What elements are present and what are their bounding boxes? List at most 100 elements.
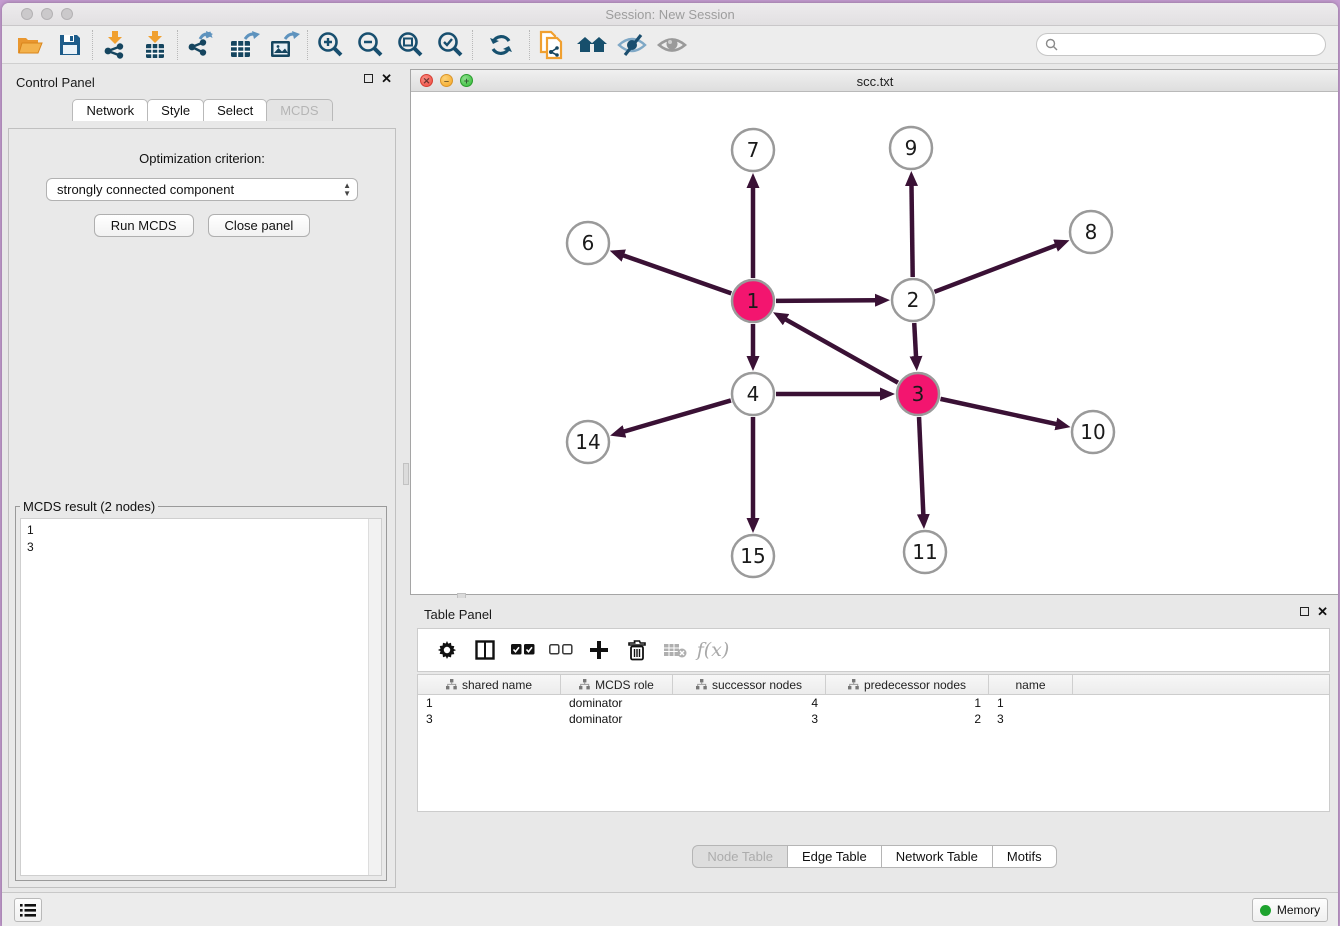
node-table: shared name MCDS role successor nodes pr… xyxy=(417,674,1330,812)
edge-2-3[interactable] xyxy=(914,323,916,357)
float-table-panel-icon[interactable] xyxy=(1300,607,1309,616)
toolbar-separator xyxy=(92,30,93,60)
column-label: MCDS role xyxy=(595,678,654,692)
function-builder-button[interactable]: f(x) xyxy=(696,633,730,667)
refresh-button[interactable] xyxy=(481,29,521,61)
close-panel-button[interactable]: Close panel xyxy=(208,214,311,237)
column-header-mcds-role[interactable]: MCDS role xyxy=(561,675,673,694)
cell-predecessor-nodes[interactable]: 2 xyxy=(826,711,989,727)
node-label-10: 10 xyxy=(1080,420,1105,444)
search-field[interactable] xyxy=(1036,33,1326,56)
zoom-in-icon xyxy=(316,31,344,59)
tab-edge-table[interactable]: Edge Table xyxy=(787,845,882,868)
toolbar-separator xyxy=(529,30,530,60)
export-image-button[interactable] xyxy=(265,29,305,61)
first-neighbors-button[interactable] xyxy=(532,29,572,61)
export-image-icon xyxy=(270,31,300,59)
table-row[interactable]: 1 dominator 4 1 1 xyxy=(418,695,1329,711)
optimization-criterion-select[interactable]: strongly connected component ▲▼ xyxy=(46,178,358,201)
show-column-panel-button[interactable] xyxy=(468,633,502,667)
column-label: shared name xyxy=(462,678,532,692)
cell-shared-name[interactable]: 3 xyxy=(418,711,561,727)
edge-1-2[interactable] xyxy=(776,300,876,301)
vertical-splitter[interactable] xyxy=(402,65,410,892)
table-tabs: Node Table Edge Table Network Table Moti… xyxy=(410,845,1338,868)
tab-node-table[interactable]: Node Table xyxy=(692,845,788,868)
cell-name[interactable]: 1 xyxy=(989,695,1073,711)
zoom-out-button[interactable] xyxy=(350,29,390,61)
edge-2-8[interactable] xyxy=(934,245,1056,292)
export-table-button[interactable] xyxy=(225,29,265,61)
tab-mcds[interactable]: MCDS xyxy=(266,99,332,121)
node-label-6: 6 xyxy=(582,231,595,255)
cell-shared-name[interactable]: 1 xyxy=(418,695,561,711)
column-header-shared-name[interactable]: shared name xyxy=(418,675,561,694)
edge-1-6[interactable] xyxy=(623,255,731,293)
cell-mcds-role[interactable]: dominator xyxy=(561,695,673,711)
gear-icon xyxy=(437,640,457,660)
tab-style[interactable]: Style xyxy=(147,99,204,121)
table-settings-button[interactable] xyxy=(430,633,464,667)
node-label-3: 3 xyxy=(912,382,925,406)
zoom-fit-icon xyxy=(396,31,424,59)
column-header-name[interactable]: name xyxy=(989,675,1073,694)
import-network-button[interactable] xyxy=(95,29,135,61)
network-graph[interactable]: 7968124314101511 xyxy=(411,92,1338,595)
import-table-button[interactable] xyxy=(135,29,175,61)
table-row[interactable]: 3 dominator 3 2 3 xyxy=(418,711,1329,727)
network-window-titlebar[interactable]: ✕ – + scc.txt xyxy=(411,70,1338,92)
zoom-selected-button[interactable] xyxy=(430,29,470,61)
column-header-successor-nodes[interactable]: successor nodes xyxy=(673,675,826,694)
delete-table-button[interactable] xyxy=(658,633,692,667)
tab-network[interactable]: Network xyxy=(72,99,148,121)
cell-successor-nodes[interactable]: 3 xyxy=(673,711,826,727)
edge-3-10[interactable] xyxy=(940,399,1056,424)
cell-successor-nodes[interactable]: 4 xyxy=(673,695,826,711)
node-label-1: 1 xyxy=(747,289,760,313)
edge-2-9[interactable] xyxy=(911,185,912,277)
create-column-button[interactable] xyxy=(582,633,616,667)
cell-name[interactable]: 3 xyxy=(989,711,1073,727)
zoom-in-button[interactable] xyxy=(310,29,350,61)
show-all-button[interactable] xyxy=(652,29,692,61)
memory-button[interactable]: Memory xyxy=(1252,898,1328,922)
search-input[interactable] xyxy=(1058,38,1325,52)
delete-table-icon xyxy=(663,642,687,658)
select-all-columns-button[interactable] xyxy=(506,633,540,667)
edge-3-1[interactable] xyxy=(785,319,898,383)
edge-3-11[interactable] xyxy=(919,417,923,515)
save-icon xyxy=(59,34,81,56)
float-panel-icon[interactable] xyxy=(364,74,373,83)
tab-select[interactable]: Select xyxy=(203,99,267,121)
table-panel: Table Panel ✕ xyxy=(410,598,1338,892)
mcds-result-list[interactable]: 1 3 xyxy=(20,518,382,876)
open-session-button[interactable] xyxy=(10,29,50,61)
result-scrollbar[interactable] xyxy=(368,519,381,875)
run-mcds-button[interactable]: Run MCDS xyxy=(94,214,194,237)
split-columns-icon xyxy=(475,640,495,660)
mcds-result-title: MCDS result (2 nodes) xyxy=(20,499,158,514)
mcds-result-line: 1 xyxy=(27,522,375,539)
tab-network-table[interactable]: Network Table xyxy=(881,845,993,868)
cell-predecessor-nodes[interactable]: 1 xyxy=(826,695,989,711)
titlebar: Session: New Session xyxy=(2,3,1338,26)
hide-selected-button[interactable] xyxy=(612,29,652,61)
delete-column-button[interactable] xyxy=(620,633,654,667)
unchecked-boxes-icon xyxy=(549,644,573,656)
column-header-predecessor-nodes[interactable]: predecessor nodes xyxy=(826,675,989,694)
splitter-grip[interactable] xyxy=(403,463,409,485)
export-network-button[interactable] xyxy=(180,29,220,61)
deselect-all-columns-button[interactable] xyxy=(544,633,578,667)
zoom-fit-button[interactable] xyxy=(390,29,430,61)
task-history-button[interactable] xyxy=(14,898,42,922)
home-layout-button[interactable] xyxy=(572,29,612,61)
zoom-selected-icon xyxy=(436,31,464,59)
close-table-panel-icon[interactable]: ✕ xyxy=(1317,606,1328,617)
edge-4-14[interactable] xyxy=(624,400,731,431)
cell-mcds-role[interactable]: dominator xyxy=(561,711,673,727)
save-session-button[interactable] xyxy=(50,29,90,61)
trash-icon xyxy=(628,640,646,661)
tab-motifs[interactable]: Motifs xyxy=(992,845,1057,868)
network-canvas[interactable]: 7968124314101511 xyxy=(411,92,1338,594)
close-panel-icon[interactable]: ✕ xyxy=(381,73,392,84)
